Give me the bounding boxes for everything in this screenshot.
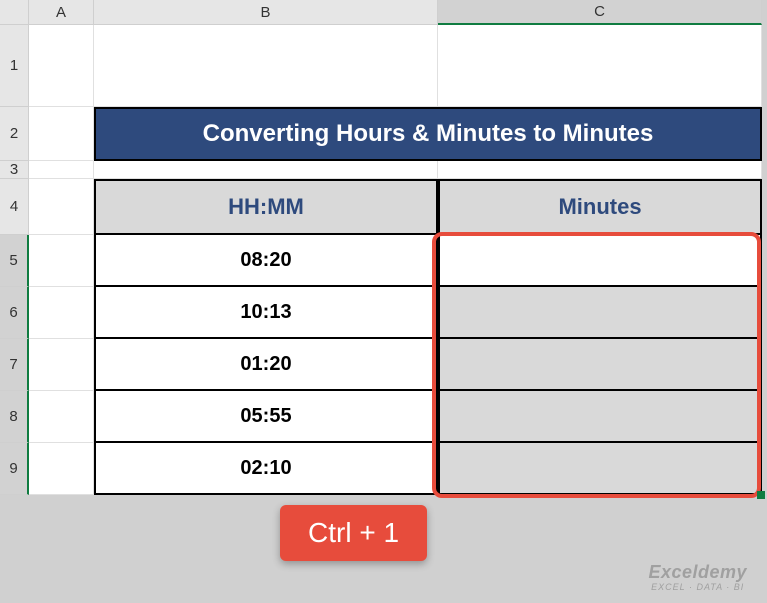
row-header-4[interactable]: 4 [0,179,29,235]
value-minutes-3 [438,391,762,443]
cell-a2[interactable] [29,107,94,161]
grid: Converting Hours & Minutes to Minutes HH… [29,25,762,495]
cell-c4[interactable]: Minutes [438,179,762,235]
cell-c6[interactable] [438,287,762,339]
cell-b5[interactable]: 08:20 [94,235,438,287]
row-header-3[interactable]: 3 [0,161,29,179]
cell-a9[interactable] [29,443,94,495]
cell-a7[interactable] [29,339,94,391]
cell-a1[interactable] [29,25,94,107]
row-header-8[interactable]: 8 [0,391,29,443]
cell-b8[interactable]: 05:55 [94,391,438,443]
keyboard-hint: Ctrl + 1 [280,505,427,561]
row-header-5[interactable]: 5 [0,235,29,287]
header-hhmm: HH:MM [94,179,438,235]
value-hhmm-3: 05:55 [94,391,438,443]
cell-b1[interactable] [94,25,438,107]
header-minutes: Minutes [438,179,762,235]
watermark: Exceldemy EXCEL · DATA · BI [648,563,747,593]
row-header-6[interactable]: 6 [0,287,29,339]
row-header-9[interactable]: 9 [0,443,29,495]
cell-a8[interactable] [29,391,94,443]
value-hhmm-4: 02:10 [94,443,438,495]
cell-b4[interactable]: HH:MM [94,179,438,235]
cell-a4[interactable] [29,179,94,235]
watermark-line2: EXCEL · DATA · BI [648,583,747,593]
row-headers: 1 2 3 4 5 6 7 8 9 [0,25,29,495]
value-hhmm-1: 10:13 [94,287,438,339]
fill-handle[interactable] [757,491,765,499]
cell-c3[interactable] [438,161,762,179]
cell-a5[interactable] [29,235,94,287]
value-minutes-1 [438,287,762,339]
value-minutes-4 [438,443,762,495]
row-header-1[interactable]: 1 [0,25,29,107]
value-hhmm-0: 08:20 [94,235,438,287]
cell-a6[interactable] [29,287,94,339]
cell-b6[interactable]: 10:13 [94,287,438,339]
cell-b7[interactable]: 01:20 [94,339,438,391]
cell-c5[interactable] [438,235,762,287]
column-headers: A B C [29,0,762,25]
col-header-c[interactable]: C [438,0,762,25]
row-header-7[interactable]: 7 [0,339,29,391]
cell-a3[interactable] [29,161,94,179]
cell-c8[interactable] [438,391,762,443]
cell-c7[interactable] [438,339,762,391]
cell-b3[interactable] [94,161,438,179]
cell-c9[interactable] [438,443,762,495]
cell-b9[interactable]: 02:10 [94,443,438,495]
col-header-a[interactable]: A [29,0,94,25]
title-cell[interactable]: Converting Hours & Minutes to Minutes [94,107,762,161]
value-hhmm-2: 01:20 [94,339,438,391]
select-all-corner[interactable] [0,0,29,25]
row-header-2[interactable]: 2 [0,107,29,161]
watermark-line1: Exceldemy [648,563,747,583]
cell-c1[interactable] [438,25,762,107]
spreadsheet: A B C 1 2 3 4 5 6 7 8 9 Converting Hours… [0,0,767,603]
col-header-b[interactable]: B [94,0,438,25]
table-title: Converting Hours & Minutes to Minutes [94,107,762,161]
value-minutes-0 [438,235,762,287]
value-minutes-2 [438,339,762,391]
